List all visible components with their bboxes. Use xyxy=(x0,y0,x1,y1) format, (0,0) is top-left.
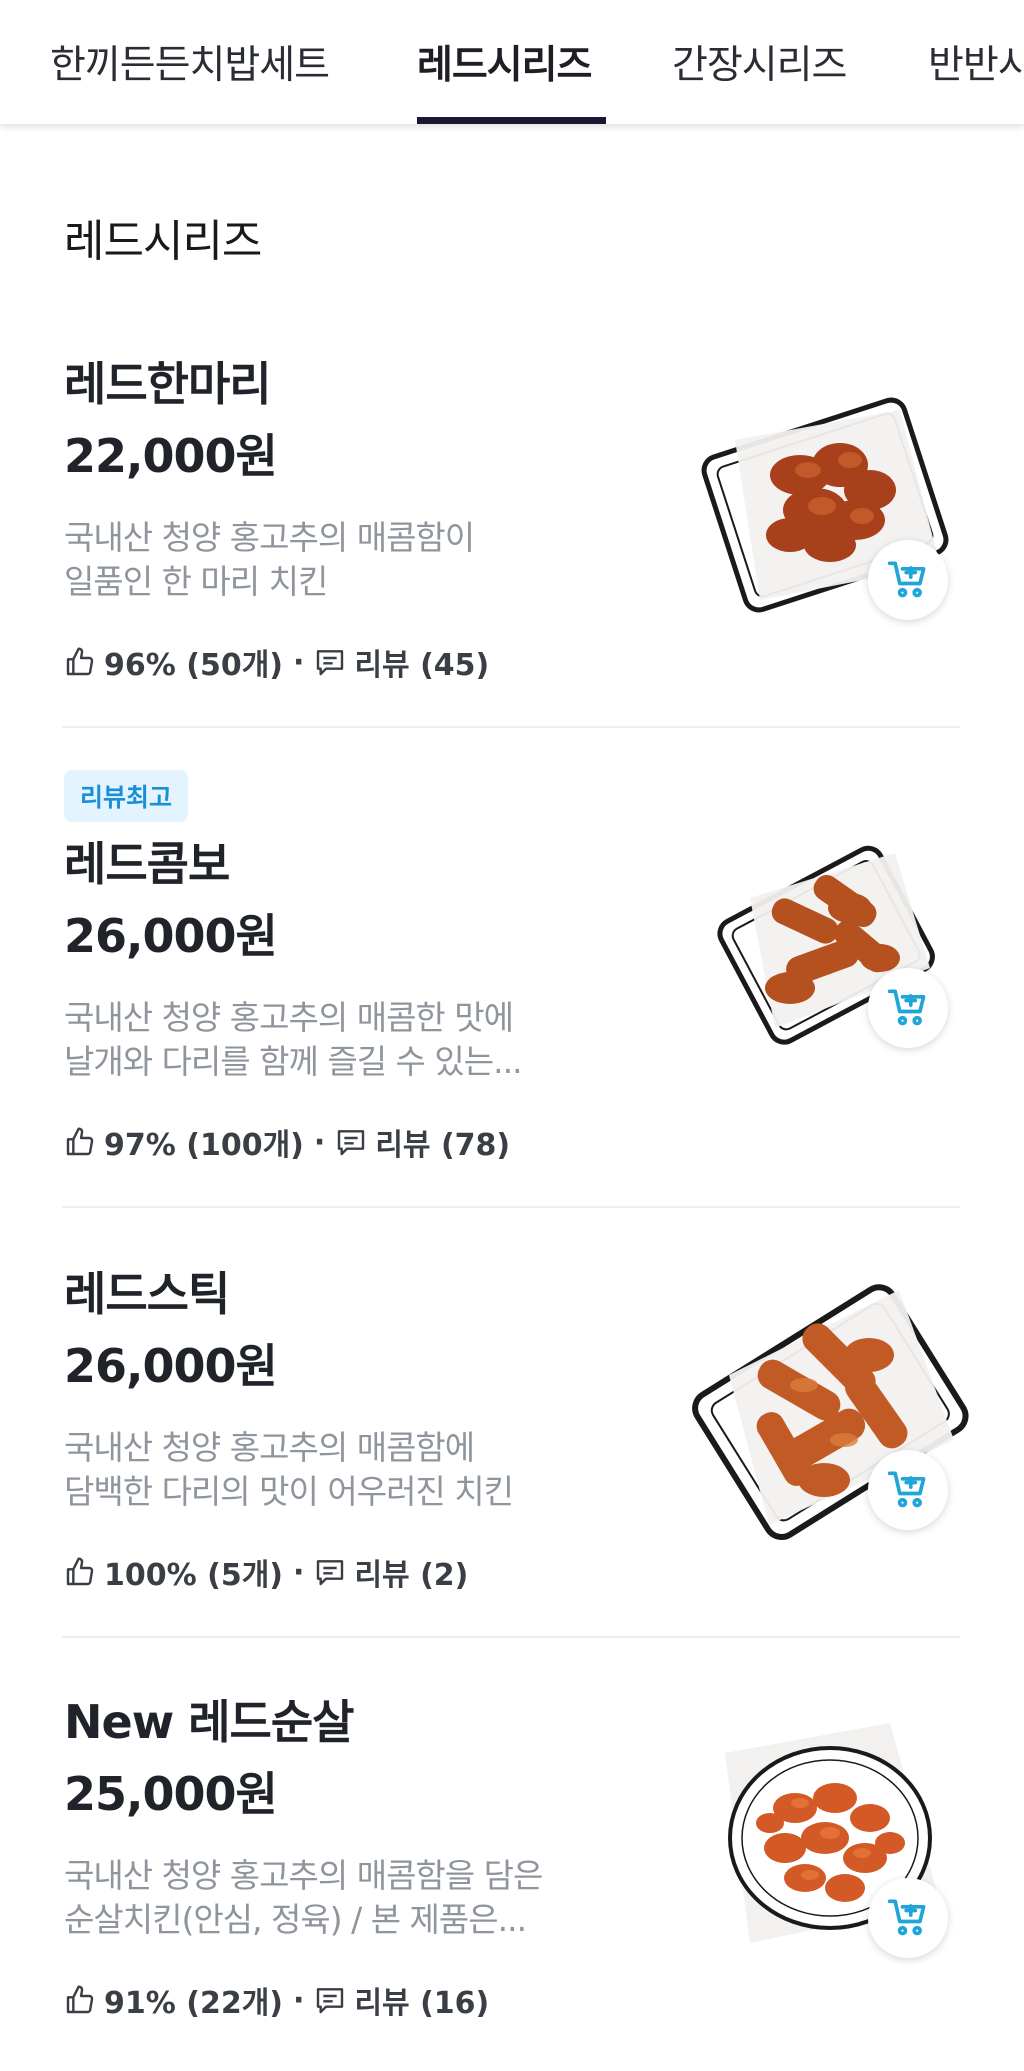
item-rating-row: 97% (100개) · 리뷰 (78) xyxy=(64,1120,510,1164)
review-count[interactable]: 리뷰 (2) xyxy=(354,1550,468,1594)
item-name: 레드스틱 xyxy=(64,1267,230,1321)
menu-item[interactable]: 레드한마리 22,000원 국내산 청양 홍고추의 매콤함이 일품인 한 마리 … xyxy=(0,300,1024,728)
item-rating-row: 100% (5개) · 리뷰 (2) xyxy=(64,1550,468,1594)
item-description: 국내산 청양 홍고추의 매콤함이 일품인 한 마리 치킨 xyxy=(64,518,475,601)
tab-hankki-set[interactable]: 한끼든든치밥세트 xyxy=(50,0,330,124)
item-name: 레드콤보 xyxy=(64,837,230,891)
add-to-cart-icon xyxy=(886,556,930,604)
separator-dot: · xyxy=(313,1124,326,1160)
chat-bubble-icon xyxy=(335,1126,367,1158)
add-to-cart-button[interactable] xyxy=(868,1450,948,1530)
menu-item[interactable]: New 레드순살 25,000원 국내산 청양 홍고추의 매콤함을 담은 순살치… xyxy=(0,1638,1024,2066)
like-rate: 96% (50개) xyxy=(104,648,284,683)
best-review-badge: 리뷰최고 xyxy=(64,770,189,822)
active-tab-indicator xyxy=(417,117,606,124)
item-price: 26,000원 xyxy=(64,1339,278,1393)
menu-item[interactable]: 레드스틱 26,000원 국내산 청양 홍고추의 매콤함에 담백한 다리의 맛이… xyxy=(0,1210,1024,1638)
item-description: 국내산 청양 홍고추의 매콤함에 담백한 다리의 맛이 어우러진 치킨 xyxy=(64,1428,514,1511)
add-to-cart-icon xyxy=(886,1466,930,1514)
thumbs-up-icon xyxy=(64,1984,96,2016)
menu-item[interactable]: 리뷰최고 레드콤보 26,000원 국내산 청양 홍고추의 매콤한 맛에 날개와… xyxy=(0,728,1024,1208)
review-count[interactable]: 리뷰 (78) xyxy=(375,1120,510,1164)
item-divider xyxy=(62,1206,960,1208)
item-name: 레드한마리 xyxy=(64,357,272,411)
item-name: New 레드순살 xyxy=(64,1695,354,1749)
tab-red-series[interactable]: 레드시리즈 xyxy=(417,0,592,124)
chat-bubble-icon xyxy=(314,1556,346,1588)
separator-dot: · xyxy=(293,644,305,680)
add-to-cart-icon xyxy=(886,984,930,1032)
category-tab-bar: 한끼든든치밥세트 레드시리즈 간장시리즈 반반시 xyxy=(0,0,1024,125)
like-rate: 97% (100개) xyxy=(104,1128,304,1163)
item-description: 국내산 청양 홍고추의 매콤한 맛에 날개와 다리를 함께 즐길 수 있는... xyxy=(64,998,523,1081)
tab-soy-series[interactable]: 간장시리즈 xyxy=(672,0,847,124)
separator-dot: · xyxy=(293,1982,305,2018)
like-rate: 100% (5개) xyxy=(104,1558,284,1593)
item-price: 25,000원 xyxy=(64,1767,278,1821)
add-to-cart-button[interactable] xyxy=(868,540,948,620)
separator-dot: · xyxy=(293,1554,305,1590)
item-price: 26,000원 xyxy=(64,909,278,963)
tab-half-half[interactable]: 반반시 xyxy=(928,0,1024,124)
chat-bubble-icon xyxy=(314,1984,346,2016)
chat-bubble-icon xyxy=(314,646,346,678)
review-count[interactable]: 리뷰 (16) xyxy=(354,1978,489,2022)
thumbs-up-icon xyxy=(64,1556,96,1588)
like-rate: 91% (22개) xyxy=(104,1986,284,2021)
add-to-cart-icon xyxy=(886,1894,930,1942)
item-rating-row: 96% (50개) · 리뷰 (45) xyxy=(64,640,489,684)
thumbs-up-icon xyxy=(64,1126,96,1158)
add-to-cart-button[interactable] xyxy=(868,1878,948,1958)
item-description: 국내산 청양 홍고추의 매콤함을 담은 순살치킨(안심, 정육) / 본 제품은… xyxy=(64,1856,543,1939)
thumbs-up-icon xyxy=(64,646,96,678)
item-price: 22,000원 xyxy=(64,429,278,483)
section-title: 레드시리즈 xyxy=(64,216,262,267)
review-count[interactable]: 리뷰 (45) xyxy=(354,640,489,684)
add-to-cart-button[interactable] xyxy=(868,968,948,1048)
item-rating-row: 91% (22개) · 리뷰 (16) xyxy=(64,1978,489,2022)
